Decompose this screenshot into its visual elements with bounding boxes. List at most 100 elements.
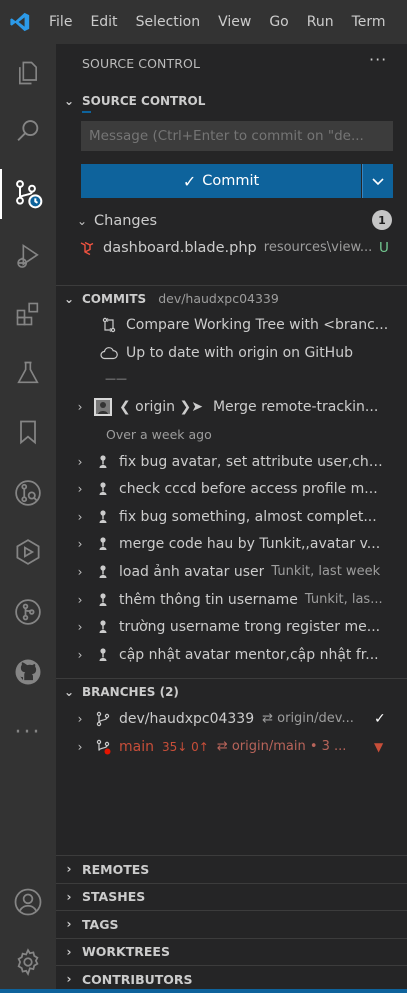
chevron-down-icon <box>372 178 384 186</box>
branch-status-behind: ▼ <box>374 739 384 754</box>
testing-icon[interactable] <box>0 348 56 398</box>
source-control-section-title: SOURCE CONTROL <box>82 94 206 108</box>
chevron-down-icon: ⌄ <box>76 213 88 228</box>
commit-dropdown-button[interactable] <box>362 164 393 198</box>
branch-name: dev/haudxpc04339 <box>119 710 255 727</box>
chevron-right-icon: › <box>66 972 72 986</box>
bookmarks-icon[interactable] <box>0 407 56 457</box>
up-to-date-row: Up to date with origin on GitHub <box>56 339 407 366</box>
commit-message: trường username trong register me... <box>119 619 381 636</box>
commit-row[interactable]: › merge code hau by Tunkit,,avatar v... <box>56 531 407 558</box>
menu-edit[interactable]: Edit <box>81 0 126 44</box>
section-header-remotes[interactable]: › REMOTES <box>56 855 407 882</box>
source-control-icon[interactable] <box>0 169 56 219</box>
branch-counts: 35↓ 0↑ <box>161 739 209 754</box>
github-icon[interactable] <box>0 647 56 697</box>
section-header-stashes[interactable]: › STASHES <box>56 882 407 910</box>
chevron-right-icon: › <box>77 537 83 552</box>
merge-commit-row[interactable]: › ❮ origin ❯➤ Merge remote-trackin... <box>56 393 407 420</box>
time-group-row: Over a week ago <box>56 421 407 448</box>
commit-message: fix bug something, almost complet... <box>119 508 377 525</box>
changes-group[interactable]: ⌄ Changes <box>56 207 407 234</box>
git-graph-icon[interactable] <box>0 587 56 637</box>
branch-sync: ⇄ origin/dev... <box>262 711 354 726</box>
chevron-right-icon: › <box>66 889 72 904</box>
commit-message-input[interactable] <box>81 121 393 151</box>
compare-label: Compare Working Tree with <branc... <box>126 316 389 333</box>
more-actions-icon[interactable]: ··· <box>369 50 387 69</box>
chevron-right-icon: › <box>77 620 83 635</box>
commit-message: cập nhật avatar mentor,cập nhật fr... <box>119 646 379 663</box>
commit-row[interactable]: › check cccd before access profile m... <box>56 476 407 503</box>
section-header-contributors[interactable]: › CONTRIBUTORS <box>56 965 407 992</box>
commit-row[interactable]: › fix bug avatar, set attribute user,cha.… <box>56 448 407 475</box>
up-to-date-label: Up to date with origin on GitHub <box>126 344 353 361</box>
commit-row[interactable]: › cập nhật avatar mentor,cập nhật fr... <box>56 641 407 668</box>
activity-bar: ··· <box>0 44 56 993</box>
commit-row[interactable]: › trường username trong register me... <box>56 614 407 641</box>
compare-icon <box>98 317 120 333</box>
commit-author-icon <box>92 647 114 663</box>
section-title: STASHES <box>82 889 146 904</box>
commits-section-title: COMMITS <box>82 291 147 306</box>
commit-message: fix bug avatar, set attribute user,cha..… <box>119 453 387 470</box>
section-header-worktrees[interactable]: › WORKTREES <box>56 937 407 965</box>
chevron-down-icon: ⌄ <box>63 94 75 108</box>
chevron-down-icon: ⌄ <box>63 291 75 306</box>
menu-go[interactable]: Go <box>260 0 297 44</box>
commit-row[interactable]: › load ảnh avatar user Tunkit, last week <box>56 558 407 585</box>
source-control-section-header[interactable]: ⌄ SOURCE CONTROL <box>56 89 407 113</box>
account-icon[interactable] <box>0 877 56 927</box>
chevron-right-icon: › <box>77 454 83 469</box>
commit-row[interactable]: › fix bug something, almost complet... <box>56 503 407 530</box>
cloud-icon <box>98 346 120 360</box>
menu-view[interactable]: View <box>209 0 260 44</box>
commit-author-icon <box>92 454 114 470</box>
menu-selection[interactable]: Selection <box>127 0 210 44</box>
commits-branch: dev/haudxpc04339 <box>158 291 279 306</box>
commits-section-header[interactable]: ⌄ COMMITS dev/haudxpc04339 <box>56 285 407 311</box>
changed-file-path: resources\view... <box>263 240 373 255</box>
chevron-right-icon: › <box>66 917 72 931</box>
menu-file[interactable]: File <box>40 0 81 44</box>
branches-section-header[interactable]: ⌄ BRANCHES (2) <box>56 678 407 704</box>
commit-author-icon <box>92 481 114 497</box>
commit-row[interactable]: › thêm thông tin username Tunkit, las... <box>56 586 407 613</box>
chevron-right-icon: › <box>77 592 83 607</box>
section-title: CONTRIBUTORS <box>82 971 193 987</box>
chevron-right-icon: › <box>77 509 83 524</box>
merge-commit-author: ❮ origin ❯➤ <box>119 398 203 415</box>
commit-meta: Tunkit, las... <box>304 592 383 607</box>
commit-button[interactable]: ✓ Commit <box>81 164 361 198</box>
commit-message: check cccd before access profile m... <box>119 481 378 498</box>
progress-indicator <box>82 111 91 113</box>
commits-separator: —— <box>56 365 407 392</box>
branch-row-main[interactable]: › main 35↓ 0↑ ⇄ origin/main • 3 ... ▼ <box>56 733 407 760</box>
settings-gear-icon[interactable] <box>0 937 56 987</box>
remote-explorer-icon[interactable] <box>0 527 56 577</box>
menu-run[interactable]: Run <box>298 0 343 44</box>
branch-name: main <box>119 738 154 755</box>
section-header-tags[interactable]: › TAGS <box>56 910 407 937</box>
sidebar-title: SOURCE CONTROL <box>82 56 201 71</box>
commit-author-icon <box>92 509 114 525</box>
section-title: TAGS <box>82 916 119 932</box>
commit-message: load ảnh avatar user <box>119 563 265 580</box>
branch-status-check: ✓ <box>374 710 386 727</box>
branch-row-dev[interactable]: › dev/haudxpc04339 ⇄ origin/dev... ✓ <box>56 705 407 732</box>
changed-file-row[interactable]: dashboard.blade.php resources\view... U <box>56 234 407 261</box>
menu-terminal[interactable]: Term <box>343 0 395 44</box>
chevron-right-icon: › <box>77 711 83 726</box>
compare-working-tree-row[interactable]: Compare Working Tree with <branc... <box>56 311 407 338</box>
search-icon[interactable] <box>0 106 56 156</box>
gitlens-icon[interactable] <box>0 468 56 518</box>
vscode-logo-icon <box>0 0 40 44</box>
more-icon[interactable]: ··· <box>0 707 56 757</box>
branches-section-title: BRANCHES (2) <box>82 684 179 699</box>
source-control-sidebar: SOURCE CONTROL ··· ⌄ SOURCE CONTROL ✓ Co… <box>56 44 407 993</box>
chevron-right-icon: › <box>77 647 83 662</box>
run-debug-icon[interactable] <box>0 231 56 281</box>
extensions-icon[interactable] <box>0 289 56 339</box>
explorer-icon[interactable] <box>0 48 56 98</box>
chevron-down-icon: ⌄ <box>63 684 75 699</box>
